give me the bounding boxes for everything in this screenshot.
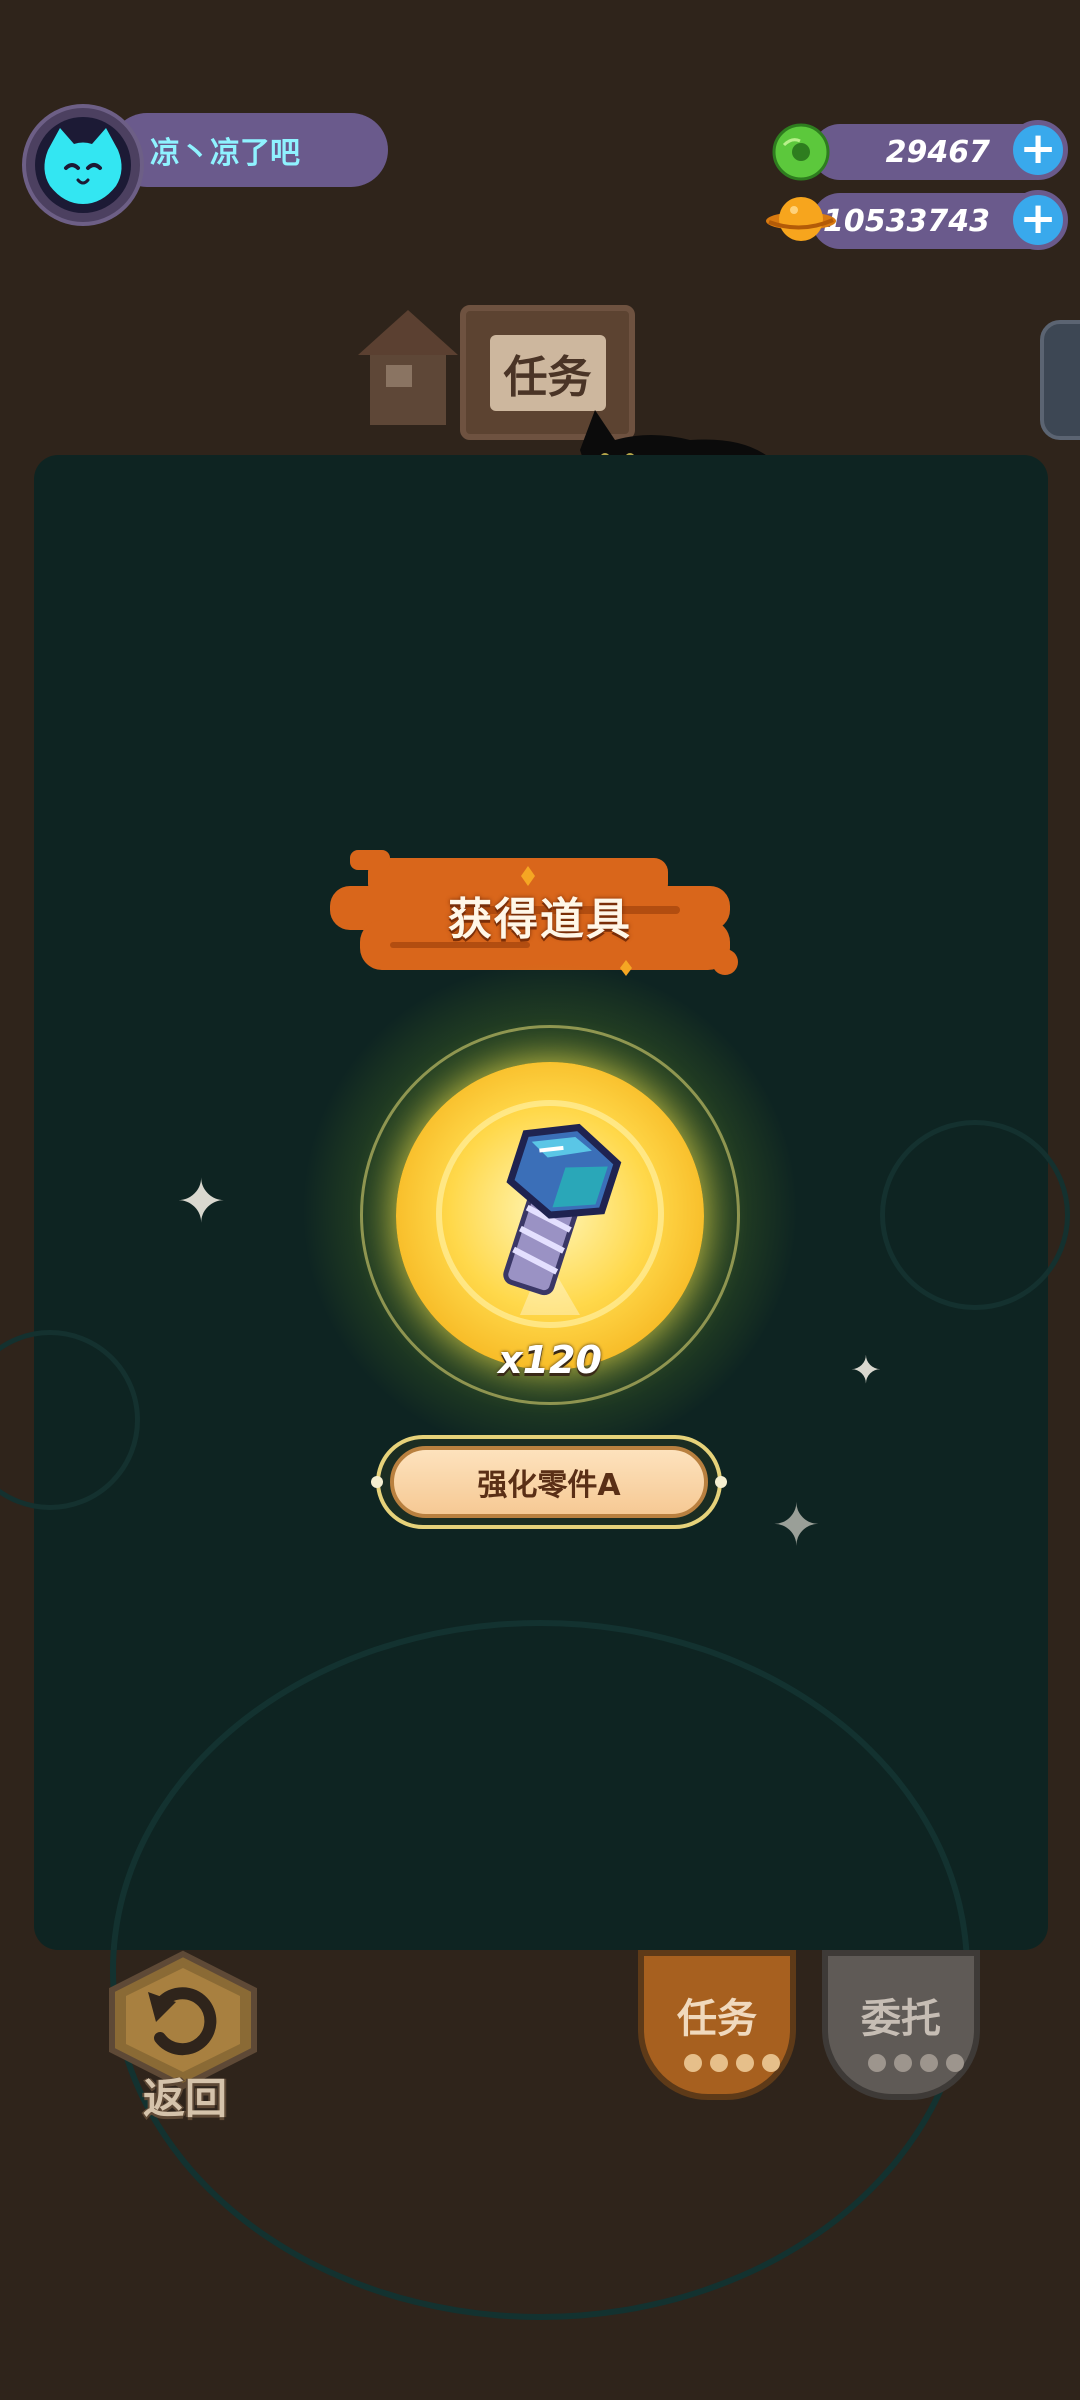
modal-deco-circle [880,1120,1070,1310]
frame-dot-left [371,1476,383,1488]
add-planet-button[interactable]: + [1008,190,1068,250]
task-button-label: 任务 [677,1996,757,2042]
add-donut-button[interactable]: + [1008,120,1068,180]
item-name: 强化零件A [477,1468,621,1503]
player-name-pill[interactable]: 凉丶凉了吧 [110,113,388,187]
commission-button-label: 委托 [861,1996,941,2042]
reward-title: 获得道具 [448,894,632,945]
avatar[interactable] [22,104,144,226]
sparkle-icon: ✦ [850,1348,882,1392]
green-donut-icon [772,123,830,181]
side-menu-icon[interactable] [1040,320,1080,440]
house-icon [348,300,468,430]
commission-button[interactable]: 委托 [822,1950,980,2100]
sparkle-icon: ✦ [772,1491,821,1559]
reward-quantity: x120 [498,1338,602,1382]
bolt-icon [440,1105,660,1325]
player-name: 凉丶凉了吧 [150,136,300,171]
back-label: 返回 [142,2073,227,2123]
paw-icon [868,2054,964,2072]
planet-currency-value: 10533743 [823,203,990,239]
orange-planet-icon [764,190,838,248]
cat-face-icon [35,117,131,213]
sparkle-icon: ✦ [176,1167,227,1237]
item-name-button[interactable]: 强化零件A [390,1446,708,1518]
paw-icon [684,2054,780,2072]
donut-currency-value: 29467 [885,134,990,170]
frame-dot-right [715,1476,727,1488]
task-button[interactable]: 任务 [638,1950,796,2100]
